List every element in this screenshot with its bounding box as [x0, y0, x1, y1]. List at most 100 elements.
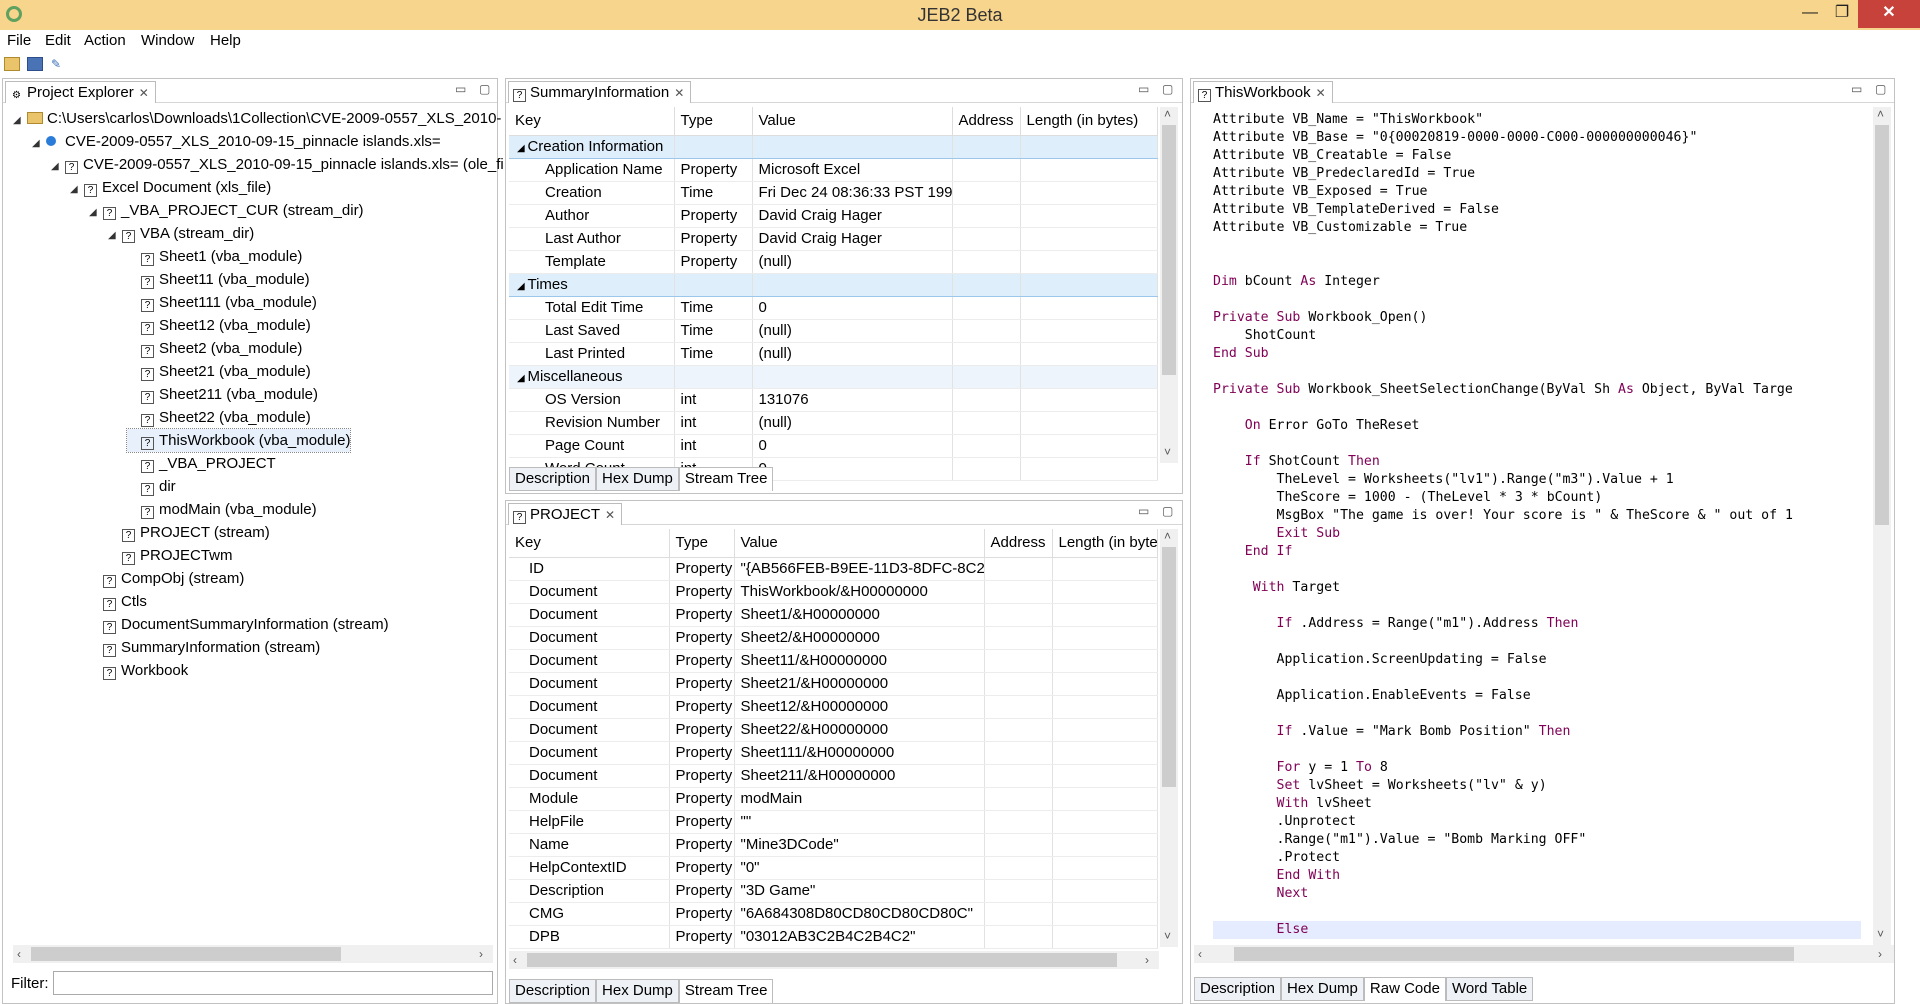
column-header-address[interactable]: Address — [952, 107, 1021, 136]
tree-node[interactable]: ◢ C:\Users\carlos\Downloads\1Collection\C… — [13, 107, 501, 130]
open-folder-icon[interactable] — [4, 57, 20, 71]
scroll-left-icon[interactable]: ‹ — [1198, 947, 1202, 961]
code-vscroll-thumb[interactable] — [1875, 125, 1889, 525]
bottom-tab[interactable]: Hex Dump — [596, 467, 679, 491]
table-row[interactable]: Last Saved Time (null) — [509, 319, 1158, 343]
menu-action[interactable]: Action — [84, 32, 126, 49]
tree-node[interactable]: ? Workbook — [89, 659, 188, 682]
bottom-tab[interactable]: Word Table — [1445, 977, 1534, 1001]
project-hscrollbar[interactable]: ‹ › — [509, 951, 1159, 969]
bottom-tab[interactable]: Stream Tree — [678, 467, 774, 491]
tree-node[interactable]: ? Sheet1 (vba_module) — [127, 245, 302, 268]
expand-arrow-icon[interactable]: ◢ — [51, 155, 65, 178]
table-row[interactable]: ID Property "{AB566FEB-B9EE-11D3-8DFC-8C20… — [509, 557, 1158, 581]
column-header-length[interactable]: Length (in byte — [1052, 529, 1158, 558]
bottom-tab[interactable]: Stream Tree — [678, 979, 774, 1003]
table-row[interactable]: HelpFile Property "" — [509, 810, 1158, 834]
expand-arrow-icon[interactable]: ◢ — [108, 224, 122, 247]
tree-node[interactable]: ◢? _VBA_PROJECT_CUR (stream_dir) — [89, 199, 364, 222]
table-group-row[interactable]: ◢ Creation Information — [509, 134, 1158, 159]
scroll-up-icon[interactable]: ˄ — [1164, 529, 1171, 543]
table-row[interactable]: Document Property Sheet211/&H00000000 — [509, 764, 1158, 788]
scroll-right-icon[interactable]: › — [1145, 953, 1149, 967]
table-row[interactable]: Document Property Sheet21/&H00000000 — [509, 672, 1158, 696]
scroll-down-icon[interactable]: ˅ — [1164, 929, 1171, 943]
table-row[interactable]: HelpContextID Property "0" — [509, 856, 1158, 880]
close-button[interactable]: ✕ — [1858, 0, 1920, 28]
tree-node[interactable]: ? DocumentSummaryInformation (stream) — [89, 613, 389, 636]
table-row[interactable]: Document Property ThisWorkbook/&H00000000 — [509, 580, 1158, 604]
minimize-view-icon[interactable]: ▭ — [1851, 82, 1862, 96]
tree-node[interactable]: ? CompObj (stream) — [89, 567, 244, 590]
tree-node[interactable]: ? Sheet211 (vba_module) — [127, 383, 318, 406]
tree-node[interactable]: ◢? Excel Document (xls_file) — [70, 176, 271, 199]
minimize-view-icon[interactable]: ▭ — [455, 82, 466, 96]
tree-node[interactable]: ? Sheet111 (vba_module) — [127, 291, 317, 314]
table-row[interactable]: Creation Time Fri Dec 24 08:36:33 PST 1999 — [509, 181, 1158, 205]
maximize-view-icon[interactable]: ▢ — [1162, 504, 1173, 518]
scroll-left-icon[interactable]: ‹ — [513, 953, 517, 967]
column-header-value[interactable]: Value — [752, 107, 953, 136]
project-hscroll-thumb[interactable] — [527, 953, 1117, 967]
tree-node[interactable]: ? Sheet12 (vba_module) — [127, 314, 311, 337]
tab-this-workbook[interactable]: ? ThisWorkbook ✕ — [1193, 81, 1333, 103]
column-header-length[interactable]: Length (in bytes) — [1020, 107, 1158, 136]
column-header-type[interactable]: Type — [669, 529, 735, 558]
scroll-right-icon[interactable]: › — [1878, 947, 1882, 961]
column-header-key[interactable]: Key — [509, 107, 675, 136]
filter-input[interactable] — [53, 971, 493, 995]
table-group-row[interactable]: ◢ Times — [509, 272, 1158, 297]
tree-node[interactable]: ? Sheet22 (vba_module) — [127, 406, 311, 429]
table-row[interactable]: Description Property "3D Game" — [509, 879, 1158, 903]
tree-node[interactable]: ? PROJECTwm — [108, 544, 233, 567]
table-row[interactable]: Template Property (null) — [509, 250, 1158, 274]
table-row[interactable]: Document Property Sheet2/&H00000000 — [509, 626, 1158, 650]
bottom-tab[interactable]: Hex Dump — [596, 979, 679, 1003]
table-row[interactable]: Total Edit Time Time 0 — [509, 296, 1158, 320]
table-row[interactable]: Document Property Sheet111/&H00000000 — [509, 741, 1158, 765]
table-row[interactable]: Revision Number int (null) — [509, 411, 1158, 435]
menu-window[interactable]: Window — [141, 32, 194, 49]
scroll-up-icon[interactable]: ˄ — [1877, 107, 1884, 121]
tree-node[interactable]: ? dir — [127, 475, 176, 498]
menu-file[interactable]: File — [7, 32, 31, 49]
table-row[interactable]: Last Author Property David Craig Hager — [509, 227, 1158, 251]
minimize-view-icon[interactable]: ▭ — [1138, 82, 1149, 96]
maximize-view-icon[interactable]: ▢ — [479, 82, 490, 96]
tree-node[interactable]: ? Sheet11 (vba_module) — [127, 268, 310, 291]
expand-arrow-icon[interactable]: ◢ — [13, 109, 27, 132]
collapse-arrow-icon[interactable]: ◢ — [517, 373, 527, 384]
column-header-value[interactable]: Value — [734, 529, 985, 558]
project-vscrollbar[interactable]: ˄ ˅ — [1160, 529, 1178, 947]
close-tab-icon[interactable]: ✕ — [605, 508, 615, 522]
tree-node[interactable]: ? PROJECT (stream) — [108, 521, 270, 544]
table-group-row[interactable]: ◢ Miscellaneous — [509, 365, 1158, 389]
bottom-tab[interactable]: Raw Code — [1363, 977, 1446, 1001]
tree-node[interactable]: ? Ctls — [89, 590, 147, 613]
table-row[interactable]: Document Property Sheet1/&H00000000 — [509, 603, 1158, 627]
table-row[interactable]: DPB Property "03012AB3C2B4C2B4C2" — [509, 925, 1158, 949]
tree-node[interactable]: ? _VBA_PROJECT — [127, 452, 276, 475]
tree-node[interactable]: ◢? CVE-2009-0557_XLS_2010-09-15_pinnacle … — [51, 153, 504, 176]
tree-node[interactable]: ? modMain (vba_module) — [127, 498, 317, 521]
code-view[interactable]: Attribute VB_Name = "ThisWorkbook" Attrib… — [1213, 111, 1865, 941]
tree-node[interactable]: ? Sheet21 (vba_module) — [127, 360, 311, 383]
wrench-icon[interactable]: ✎ — [48, 57, 64, 71]
minimize-view-icon[interactable]: ▭ — [1138, 504, 1149, 518]
column-header-key[interactable]: Key — [509, 529, 670, 558]
bottom-tab[interactable]: Description — [1194, 977, 1282, 1001]
table-row[interactable]: CMG Property "6A684308D80CD80CD80CD80C" — [509, 902, 1158, 926]
explorer-hscroll-thumb[interactable] — [31, 947, 341, 961]
tree-node[interactable]: ◢? VBA (stream_dir) — [108, 222, 254, 245]
scroll-up-icon[interactable]: ˄ — [1164, 107, 1171, 121]
tree-node[interactable]: ? Sheet2 (vba_module) — [127, 337, 302, 360]
column-header-type[interactable]: Type — [674, 107, 753, 136]
project-vscroll-thumb[interactable] — [1162, 547, 1176, 787]
close-tab-icon[interactable]: ✕ — [674, 86, 684, 100]
scroll-down-icon[interactable]: ˅ — [1164, 445, 1171, 459]
table-row[interactable]: Module Property modMain — [509, 787, 1158, 811]
table-row[interactable]: Name Property "Mine3DCode" — [509, 833, 1158, 857]
close-tab-icon[interactable]: ✕ — [139, 86, 149, 100]
column-header-address[interactable]: Address — [984, 529, 1053, 558]
expand-arrow-icon[interactable]: ◢ — [32, 132, 46, 155]
